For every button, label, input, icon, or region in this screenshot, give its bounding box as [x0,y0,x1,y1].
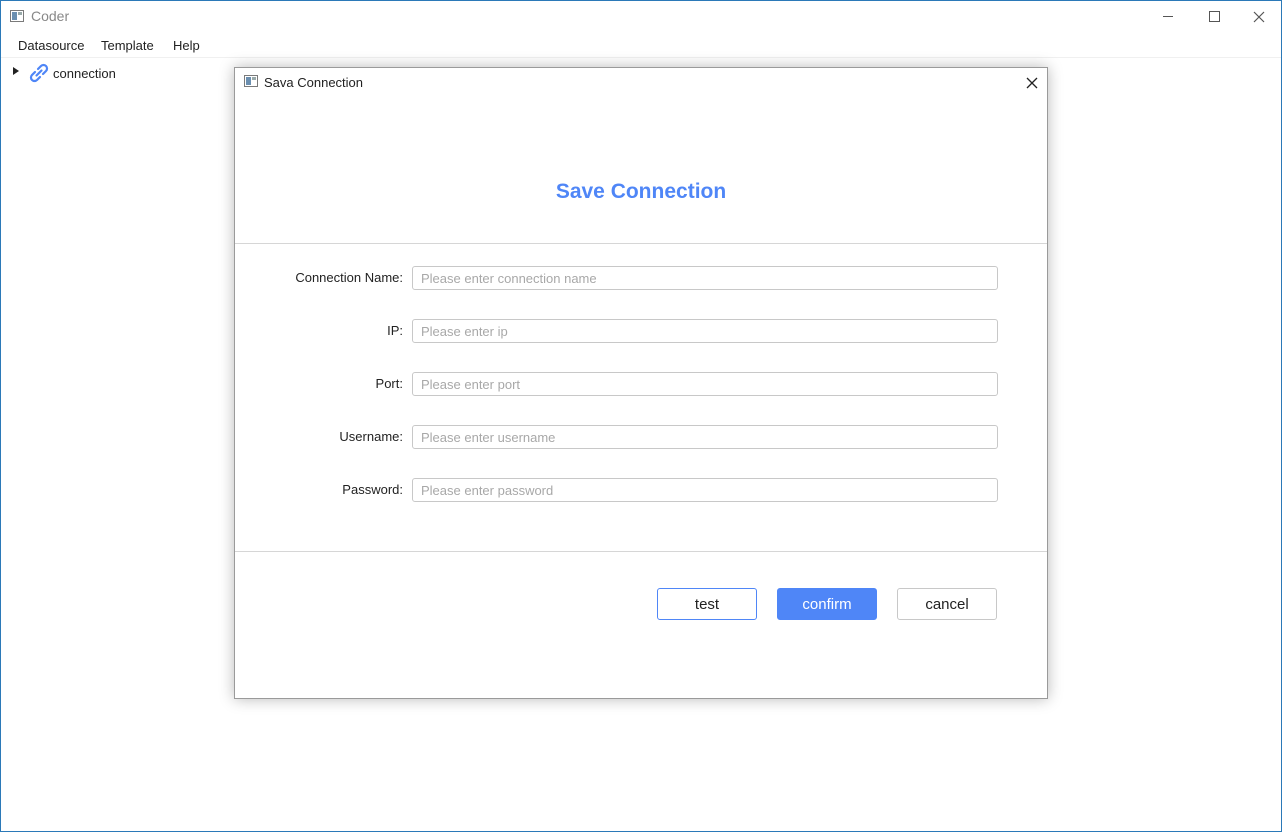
form-row-ip: IP: [235,319,1047,343]
app-icon [10,10,24,22]
form-row-connection-name: Connection Name: [235,266,1047,290]
port-input[interactable] [412,372,998,396]
port-label: Port: [375,376,403,391]
expand-arrow-icon[interactable] [13,67,19,75]
divider [235,551,1047,552]
close-icon [1026,77,1038,89]
divider [235,243,1047,244]
menu-template[interactable]: Template [101,38,154,53]
minimize-button[interactable] [1145,1,1191,32]
ip-label: IP: [387,323,403,338]
form-row-password: Password: [235,478,1047,502]
app-title: Coder [31,8,70,24]
dialog-title-bar: Sava Connection [235,68,1047,98]
connection-name-label: Connection Name: [295,270,403,285]
minimize-icon [1163,16,1173,17]
test-button[interactable]: test [657,588,757,620]
dialog-heading: Save Connection [555,180,727,203]
password-label: Password: [342,482,403,497]
save-connection-dialog: Sava Connection Save Connection Connecti… [234,67,1048,699]
connection-name-input[interactable] [412,266,998,290]
username-input[interactable] [412,425,998,449]
link-icon [29,63,49,83]
maximize-button[interactable] [1191,1,1237,32]
confirm-button[interactable]: confirm [777,588,877,620]
ip-input[interactable] [412,319,998,343]
form-row-username: Username: [235,425,1047,449]
dialog-app-icon [244,75,258,87]
dialog-close-button[interactable] [1021,72,1043,94]
title-bar: Coder [1,1,1281,32]
dialog-title: Sava Connection [264,75,364,90]
cancel-button[interactable]: cancel [897,588,997,620]
username-label: Username: [339,429,403,444]
password-input[interactable] [412,478,998,502]
menu-help[interactable]: Help [173,38,200,53]
menu-datasource[interactable]: Datasource [18,38,84,53]
form-row-port: Port: [235,372,1047,396]
close-icon [1253,11,1265,22]
maximize-icon [1208,11,1220,22]
tree-item-label: connection [53,66,116,81]
menu-bar: Datasource Template Help [1,34,1281,58]
close-window-button[interactable] [1236,1,1282,32]
